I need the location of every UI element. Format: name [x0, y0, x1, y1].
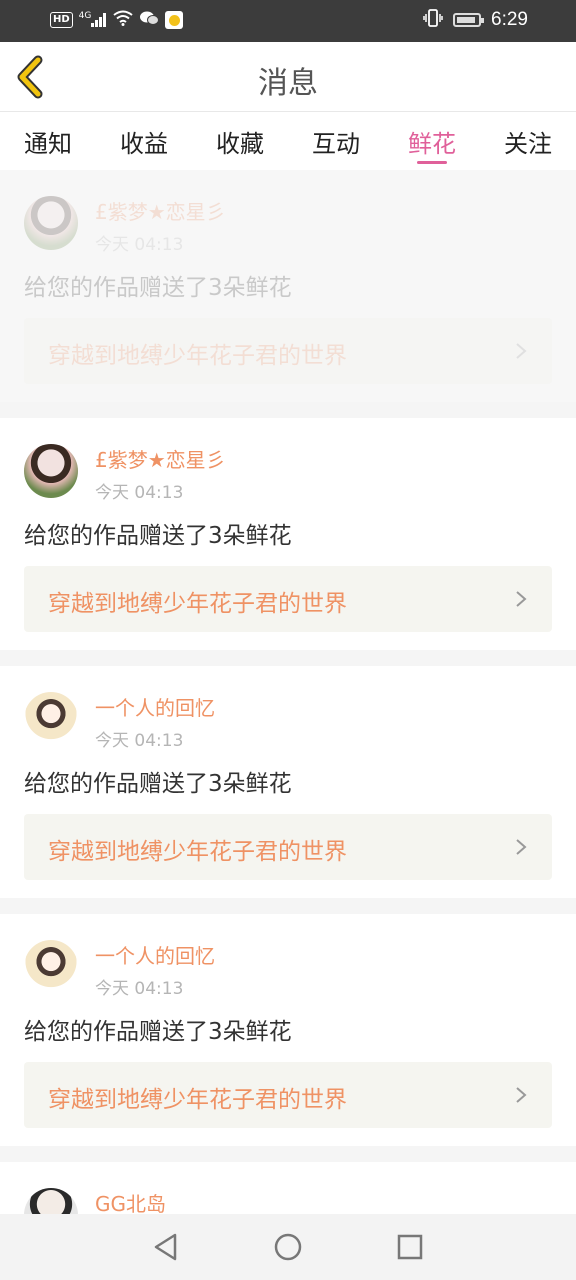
message-list: £紫梦★恋星彡 今天 04:13 给您的作品赠送了3朵鲜花 穿越到地缚少年花子君… — [0, 170, 576, 1238]
tab-earnings[interactable]: 收益 — [96, 112, 192, 170]
tab-notifications[interactable]: 通知 — [0, 112, 96, 170]
chevron-right-icon — [516, 1087, 527, 1103]
header: 消息 — [0, 42, 576, 112]
message-text: 给您的作品赠送了3朵鲜花 — [24, 275, 292, 301]
nav-back-button[interactable] — [146, 1227, 186, 1267]
timestamp: 今天 04:13 — [95, 235, 184, 255]
username[interactable]: 一个人的回忆 — [95, 692, 215, 721]
timestamp: 今天 04:13 — [95, 731, 184, 751]
message-text: 给您的作品赠送了3朵鲜花 — [24, 523, 292, 549]
work-title: 穿越到地缚少年花子君的世界 — [48, 591, 347, 617]
tab-favorites[interactable]: 收藏 — [192, 112, 288, 170]
hd-badge: HD — [50, 12, 73, 28]
message-card: 一个人的回忆 今天 04:13 给您的作品赠送了3朵鲜花 穿越到地缚少年花子君的… — [0, 914, 576, 1146]
chevron-right-icon — [516, 343, 527, 359]
work-link[interactable]: 穿越到地缚少年花子君的世界 — [24, 566, 552, 632]
avatar[interactable] — [24, 444, 78, 498]
work-title: 穿越到地缚少年花子君的世界 — [48, 1087, 347, 1113]
timestamp: 今天 04:13 — [95, 483, 184, 503]
home-circle-icon — [274, 1233, 302, 1261]
status-bar: HD 4G 6:29 — [0, 0, 576, 42]
timestamp: 今天 04:13 — [95, 979, 184, 999]
tab-interactions[interactable]: 互动 — [288, 112, 384, 170]
battery-icon — [453, 13, 485, 27]
app-icon — [165, 11, 184, 29]
message-card: £紫梦★恋星彡 今天 04:13 给您的作品赠送了3朵鲜花 穿越到地缚少年花子君… — [0, 170, 576, 402]
system-nav-bar — [0, 1214, 576, 1280]
signal-icon: 4G — [78, 11, 108, 27]
tab-bar: 通知 收益 收藏 互动 鲜花 关注 — [0, 112, 576, 170]
nav-recent-button[interactable] — [390, 1227, 430, 1267]
chevron-right-icon — [516, 839, 527, 855]
avatar[interactable] — [24, 692, 78, 746]
message-card: GG北岛 — [0, 1162, 576, 1222]
nav-home-button[interactable] — [268, 1227, 308, 1267]
work-link[interactable]: 穿越到地缚少年花子君的世界 — [24, 814, 552, 880]
username[interactable]: 一个人的回忆 — [95, 940, 215, 969]
work-title: 穿越到地缚少年花子君的世界 — [48, 839, 347, 865]
chevron-right-icon — [516, 591, 527, 607]
message-card: £紫梦★恋星彡 今天 04:13 给您的作品赠送了3朵鲜花 穿越到地缚少年花子君… — [0, 418, 576, 650]
back-triangle-icon — [154, 1233, 177, 1261]
work-link[interactable]: 穿越到地缚少年花子君的世界 — [24, 1062, 552, 1128]
tab-flowers[interactable]: 鲜花 — [384, 112, 480, 170]
page-title: 消息 — [258, 66, 318, 101]
work-link[interactable]: 穿越到地缚少年花子君的世界 — [24, 318, 552, 384]
username[interactable]: GG北岛 — [95, 1188, 166, 1217]
avatar[interactable] — [24, 940, 78, 994]
tab-following[interactable]: 关注 — [480, 112, 576, 170]
message-text: 给您的作品赠送了3朵鲜花 — [24, 771, 292, 797]
username[interactable]: £紫梦★恋星彡 — [95, 444, 226, 473]
wechat-icon — [139, 10, 160, 30]
message-card: 一个人的回忆 今天 04:13 给您的作品赠送了3朵鲜花 穿越到地缚少年花子君的… — [0, 666, 576, 898]
vibrate-icon — [423, 9, 443, 31]
recent-square-icon — [397, 1234, 423, 1260]
clock: 6:29 — [491, 9, 528, 30]
message-text: 给您的作品赠送了3朵鲜花 — [24, 1019, 292, 1045]
avatar[interactable] — [24, 196, 78, 250]
wifi-icon — [113, 10, 133, 30]
username[interactable]: £紫梦★恋星彡 — [95, 196, 226, 225]
work-title: 穿越到地缚少年花子君的世界 — [48, 343, 347, 369]
network-type: 4G — [78, 11, 92, 21]
